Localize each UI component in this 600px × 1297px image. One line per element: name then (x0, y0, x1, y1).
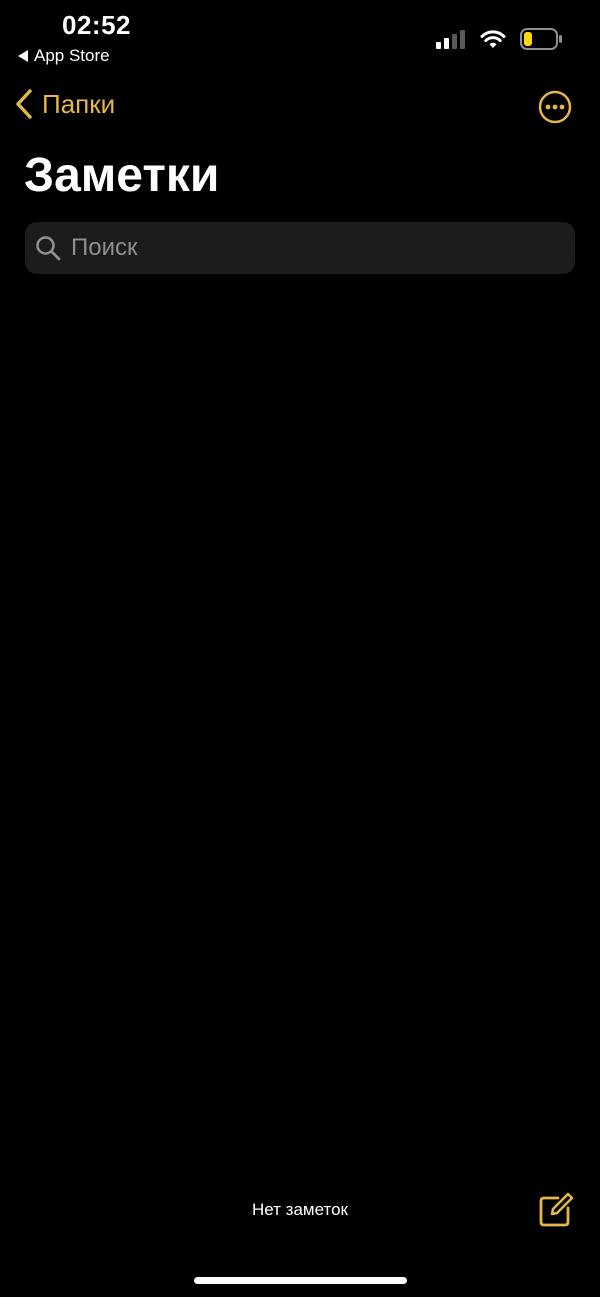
back-triangle-icon (18, 50, 28, 62)
status-time: 02:52 (62, 10, 131, 40)
search-field[interactable] (25, 222, 575, 274)
search-input[interactable] (69, 233, 543, 263)
new-note-button[interactable] (538, 1192, 574, 1228)
home-indicator[interactable] (194, 1277, 407, 1284)
notes-count-status: Нет заметок (252, 1200, 348, 1219)
status-indicators (436, 28, 562, 50)
folders-back-button[interactable]: Папки (14, 88, 115, 120)
back-app-label: App Store (34, 46, 110, 65)
back-to-app-link[interactable]: App Store (18, 46, 110, 66)
page-title: Заметки (24, 149, 220, 202)
search-icon (36, 236, 61, 261)
wifi-icon (480, 30, 506, 48)
battery-icon (520, 28, 562, 50)
more-options-button[interactable] (538, 90, 572, 124)
folders-back-label: Папки (42, 88, 116, 119)
ellipsis-circle-icon (538, 90, 572, 124)
chevron-left-icon (16, 89, 32, 119)
compose-icon (539, 1192, 574, 1227)
cellular-signal-icon (436, 30, 465, 49)
